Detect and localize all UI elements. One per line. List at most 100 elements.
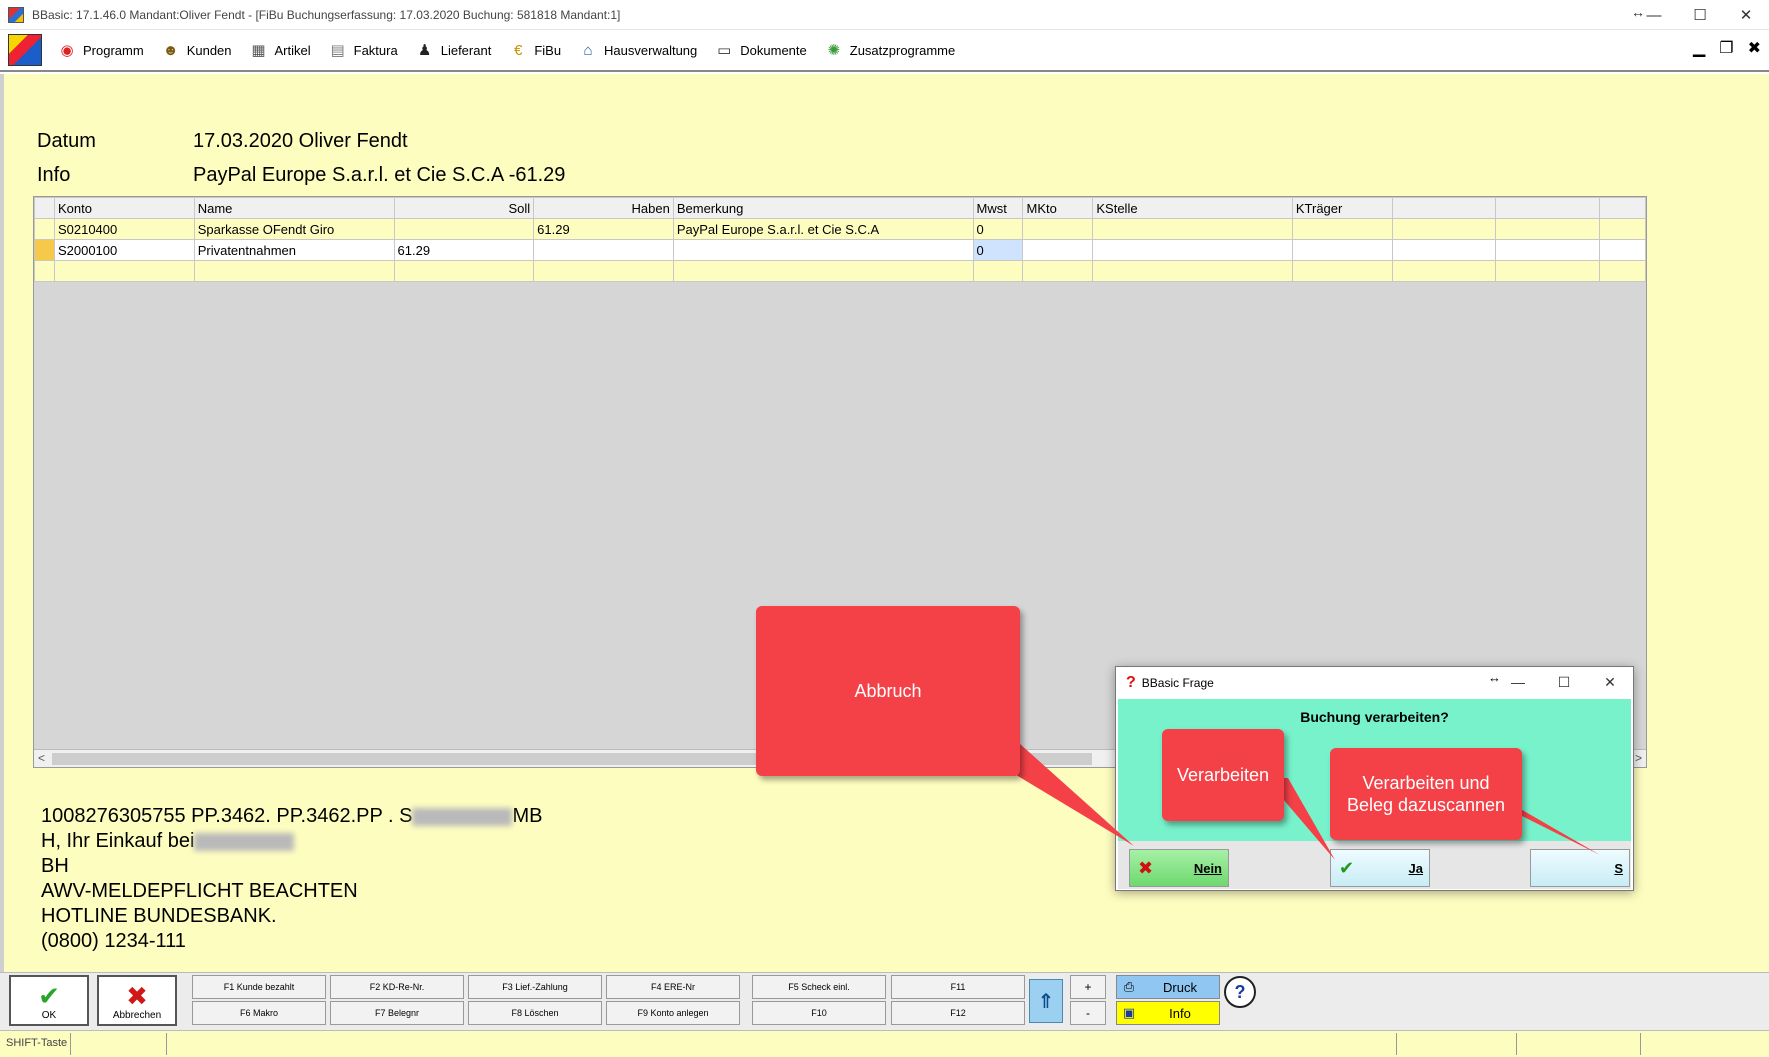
cell-extra[interactable] <box>1495 239 1601 261</box>
grid-header-bemerkung[interactable]: Bemerkung <box>672 197 974 219</box>
cell-soll[interactable] <box>393 260 535 282</box>
cell-extra[interactable] <box>1599 218 1646 240</box>
f3-lief-zahlung-button[interactable]: F3 Lief.-Zahlung <box>468 975 602 999</box>
help-button[interactable]: ? <box>1224 976 1256 1008</box>
menu-fibu[interactable]: € FiBu <box>505 34 563 66</box>
grid-header-konto[interactable]: Konto <box>53 197 195 219</box>
mdi-close-button[interactable]: ✖ <box>1748 38 1761 58</box>
dialog-maximize-button[interactable]: ☐ <box>1541 667 1587 697</box>
app-logo[interactable] <box>8 34 42 66</box>
maximize-button[interactable]: ☐ <box>1677 0 1723 30</box>
grid-header-mwst[interactable]: Mwst <box>972 197 1024 219</box>
table-row[interactable] <box>34 260 1646 282</box>
cell-extra[interactable] <box>1391 239 1497 261</box>
cell-soll[interactable]: 61.29 <box>393 239 535 261</box>
cell-name[interactable] <box>193 260 395 282</box>
menu-zusatzprogramme[interactable]: ✺ Zusatzprogramme <box>821 34 957 66</box>
cell-konto[interactable]: S0210400 <box>53 218 195 240</box>
cell-mkto[interactable] <box>1022 239 1094 261</box>
cell-kstelle[interactable] <box>1092 260 1293 282</box>
mdi-restore-button[interactable]: ❐ <box>1719 38 1733 58</box>
f8-loeschen-button[interactable]: F8 Löschen <box>468 1001 602 1025</box>
cell-mwst[interactable]: 0 <box>972 218 1024 240</box>
row-indicator[interactable] <box>34 260 55 282</box>
minus-button[interactable]: - <box>1070 1001 1106 1025</box>
status-divider <box>1640 1033 1641 1055</box>
cell-soll[interactable] <box>393 218 535 240</box>
menu-dokumente[interactable]: ▭ Dokumente <box>711 34 808 66</box>
row-indicator[interactable] <box>34 239 55 261</box>
scan-button[interactable]: S <box>1530 849 1630 887</box>
cell-kstelle[interactable] <box>1092 218 1293 240</box>
grid-header-ktraeger[interactable]: KTräger <box>1291 197 1393 219</box>
cell-mkto[interactable] <box>1022 260 1094 282</box>
f6-makro-button[interactable]: F6 Makro <box>192 1001 326 1025</box>
lieferant-icon: ♟ <box>417 42 432 59</box>
cell-haben[interactable]: 61.29 <box>533 218 674 240</box>
f7-belegnr-button[interactable]: F7 Belegnr <box>330 1001 464 1025</box>
f12-button[interactable]: F12 <box>891 1001 1025 1025</box>
abbrechen-button[interactable]: ✖ Abbrechen <box>97 975 177 1026</box>
close-button[interactable]: ✕ <box>1723 0 1769 30</box>
menu-faktura[interactable]: ▤ Faktura <box>325 34 400 66</box>
grid-header-haben[interactable]: Haben <box>533 197 674 219</box>
grid-header-soll[interactable]: Soll <box>393 197 535 219</box>
cell-haben[interactable] <box>533 239 674 261</box>
cross-icon: ✖ <box>126 981 148 1011</box>
f11-button[interactable]: F11 <box>891 975 1025 999</box>
scroll-right-icon[interactable]: > <box>1635 751 1642 765</box>
menu-kunden[interactable]: ☻ Kunden <box>158 34 234 66</box>
cell-bemerkung[interactable] <box>672 260 974 282</box>
cell-mkto[interactable] <box>1022 218 1094 240</box>
cell-extra[interactable] <box>1391 218 1497 240</box>
f1-kunde-bezahlt-button[interactable]: F1 Kunde bezahlt <box>192 975 326 999</box>
cell-kstelle[interactable] <box>1092 239 1293 261</box>
cell-mwst[interactable] <box>972 260 1024 282</box>
f9-konto-anlegen-button[interactable]: F9 Konto anlegen <box>606 1001 740 1025</box>
f2-kd-re-nr-button[interactable]: F2 KD-Re-Nr. <box>330 975 464 999</box>
cell-extra[interactable] <box>1391 260 1497 282</box>
cell-ktraeger[interactable] <box>1291 218 1393 240</box>
cell-ktraeger[interactable] <box>1291 260 1393 282</box>
cell-name[interactable]: Privatentnahmen <box>193 239 395 261</box>
menu-lieferant[interactable]: ♟ Lieferant <box>412 34 494 66</box>
cell-ktraeger[interactable] <box>1291 239 1393 261</box>
plus-button[interactable]: + <box>1070 975 1106 999</box>
cell-extra[interactable] <box>1495 260 1601 282</box>
menu-hausverwaltung[interactable]: ⌂ Hausverwaltung <box>575 34 699 66</box>
mdi-minimize-button[interactable]: ▁ <box>1693 38 1705 58</box>
dialog-close-button[interactable]: ✕ <box>1587 667 1633 697</box>
f10-button[interactable]: F10 <box>752 1001 886 1025</box>
cell-extra[interactable] <box>1599 260 1646 282</box>
ok-button[interactable]: ✔ OK <box>9 975 89 1026</box>
grid-header-name[interactable]: Name <box>193 197 395 219</box>
scroll-left-icon[interactable]: < <box>38 751 45 765</box>
cell-konto[interactable] <box>53 260 195 282</box>
table-row[interactable]: S0210400 Sparkasse OFendt Giro 61.29 Pay… <box>34 218 1646 240</box>
cell-mwst-selected[interactable]: 0 <box>972 239 1024 261</box>
notes-line-5: HOTLINE BUNDESBANK. <box>41 905 277 927</box>
cell-konto[interactable]: S2000100 <box>53 239 195 261</box>
grid-header-kstelle[interactable]: KStelle <box>1092 197 1293 219</box>
cell-bemerkung[interactable]: PayPal Europe S.a.r.l. et Cie S.C.A <box>672 218 974 240</box>
row-indicator[interactable] <box>34 218 55 240</box>
cell-extra[interactable] <box>1495 218 1601 240</box>
info-button[interactable]: ▣ Info <box>1116 1001 1220 1025</box>
ja-button[interactable]: ✔ Ja <box>1330 849 1430 887</box>
collapse-up-icon[interactable]: ⇑ <box>1029 979 1063 1023</box>
cell-extra[interactable] <box>1599 239 1646 261</box>
dialog-minimize-button[interactable]: — <box>1495 667 1541 697</box>
f4-ere-nr-button[interactable]: F4 ERE-Nr <box>606 975 740 999</box>
minimize-button[interactable]: — <box>1631 0 1677 30</box>
menu-programm[interactable]: ◉ Programm <box>54 34 146 66</box>
cell-name[interactable]: Sparkasse OFendt Giro <box>193 218 395 240</box>
nein-button[interactable]: ✖ Nein <box>1129 849 1229 887</box>
grid-header-mkto[interactable]: MKto <box>1022 197 1094 219</box>
menu-artikel[interactable]: ▦ Artikel <box>246 34 313 66</box>
cell-bemerkung[interactable] <box>672 239 974 261</box>
notes-line-4: AWV-MELDEPFLICHT BEACHTEN <box>41 880 358 902</box>
cell-haben[interactable] <box>533 260 674 282</box>
druck-button[interactable]: ⎙ Druck <box>1116 975 1220 999</box>
table-row[interactable]: S2000100 Privatentnahmen 61.29 0 <box>34 239 1646 261</box>
f5-scheck-einl-button[interactable]: F5 Scheck einl. <box>752 975 886 999</box>
